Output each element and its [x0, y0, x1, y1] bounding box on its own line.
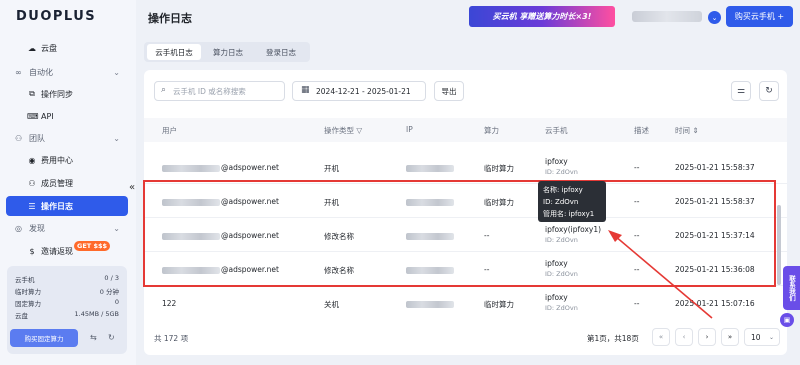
contact-us-tab[interactable]: 联系我们	[783, 266, 800, 310]
annotation-arrow	[608, 230, 713, 319]
chat-icon[interactable]: ▣	[780, 313, 794, 327]
